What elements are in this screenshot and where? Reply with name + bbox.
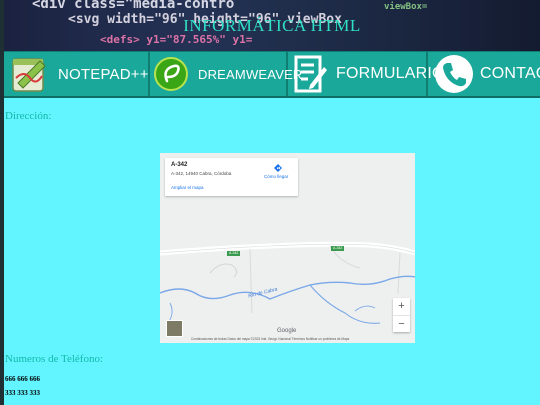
zoom-controls: + −	[393, 298, 410, 332]
map-type-thumbnail[interactable]	[166, 320, 183, 337]
directions-link[interactable]: Cómo llegar	[264, 174, 288, 179]
road-label: A-342	[227, 251, 241, 256]
form-icon	[294, 55, 327, 93]
dreamweaver-icon	[154, 57, 188, 91]
map-place-name: A-342	[171, 162, 188, 168]
nav-item-notepad[interactable]: NOTEPAD++	[4, 52, 150, 96]
header-banner: <div class="media-contro <svg width="96"…	[4, 0, 540, 51]
google-logo: Google	[277, 328, 297, 334]
embedded-map[interactable]: A-342 A-342, 14940 Cabra, Córdoba Cómo l…	[160, 153, 415, 343]
phone-icon	[435, 55, 473, 93]
directions-icon[interactable]	[273, 163, 283, 173]
zoom-in-button[interactable]: +	[393, 298, 410, 315]
nav-label: DREAMWEAVER	[198, 66, 303, 82]
map-place-address: A-342, 14940 Cabra, Córdoba	[171, 171, 232, 176]
main-nav: NOTEPAD++ DREAMWEAVER FORMULARIO CONTA	[4, 51, 540, 98]
nav-item-dreamweaver[interactable]: DREAMWEAVER	[150, 52, 302, 96]
nav-item-contact[interactable]: CONTACT	[428, 52, 540, 96]
phone-number: 666 666 666	[5, 375, 40, 383]
zoom-out-button[interactable]: −	[393, 315, 410, 332]
page-frame: <div class="media-contro <svg width="96"…	[0, 0, 540, 405]
banner-code-line: <div class="media-contro	[32, 0, 235, 12]
site-title: INFORMÁTICA HTML	[183, 16, 361, 35]
nav-label: NOTEPAD++	[58, 65, 149, 83]
enlarge-map-link[interactable]: Ampliar el mapa	[171, 185, 204, 190]
phones-heading: Numeros de Teléfono:	[5, 353, 104, 365]
notepad-icon	[12, 58, 46, 92]
address-heading: Dirección:	[5, 110, 52, 122]
map-info-card: A-342 A-342, 14940 Cabra, Córdoba Cómo l…	[165, 158, 298, 196]
banner-code-line: viewBox=	[384, 2, 428, 12]
nav-item-formulario[interactable]: FORMULARIO	[288, 52, 444, 96]
road-label: A-342	[331, 246, 345, 251]
phone-number: 333 333 333	[5, 389, 40, 397]
map-attribution: Combinaciones de teclas Datos del mapa ©…	[191, 337, 350, 341]
nav-label: CONTACT	[480, 65, 540, 82]
